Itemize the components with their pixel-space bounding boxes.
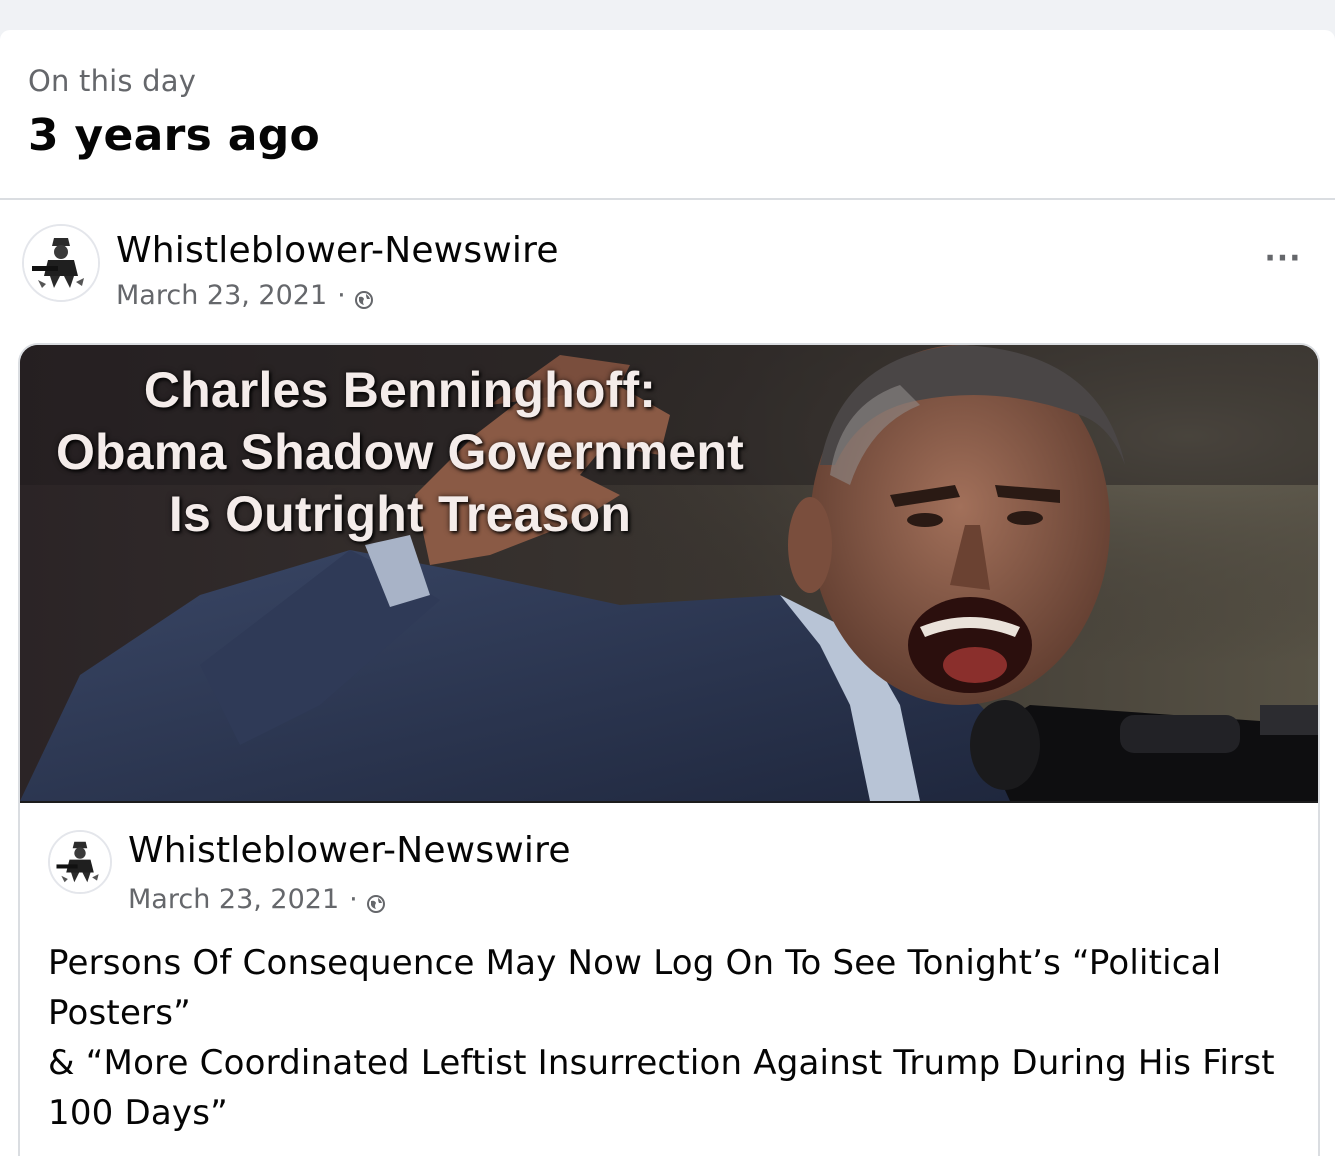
image-headline: Charles Benninghoff: Obama Shadow Govern…	[40, 359, 760, 545]
page-avatar[interactable]	[22, 224, 100, 302]
avatar-logo-icon	[24, 226, 98, 300]
post-text-line: Persons Of Consequence May Now Log On To…	[48, 943, 1222, 1033]
more-options-button[interactable]: ···	[1259, 238, 1307, 278]
meta-separator: ·	[349, 884, 358, 915]
headline-line: Obama Shadow Government	[55, 424, 745, 480]
shared-post-meta: March 23, 2021 ·	[128, 884, 386, 915]
headline-line: Is Outright Treason	[168, 486, 632, 542]
memory-card: On this day 3 years ago Whistleblower-Ne…	[0, 30, 1335, 1156]
post-header: Whistleblower-Newswire March 23, 2021 · …	[0, 220, 1335, 330]
globe-icon	[366, 890, 386, 913]
memory-title: 3 years ago	[28, 110, 321, 161]
shared-post-text: Persons Of Consequence May Now Log On To…	[48, 938, 1288, 1138]
shared-post-date[interactable]: March 23, 2021	[128, 884, 339, 915]
post-text-line: & “More Coordinated Leftist Insurrection…	[48, 1043, 1275, 1133]
avatar-logo-icon	[50, 832, 110, 892]
shared-author-name[interactable]: Whistleblower-Newswire	[128, 830, 571, 871]
post-date[interactable]: March 23, 2021	[116, 280, 327, 311]
shared-page-avatar[interactable]	[48, 830, 112, 894]
meta-separator: ·	[337, 280, 346, 311]
memory-header: On this day 3 years ago	[0, 30, 1335, 200]
memory-kicker: On this day	[28, 64, 197, 98]
shared-post-image[interactable]: Charles Benninghoff: Obama Shadow Govern…	[20, 345, 1318, 801]
post-author-name[interactable]: Whistleblower-Newswire	[116, 230, 559, 271]
post-meta: March 23, 2021 ·	[116, 280, 374, 311]
headline-line: Charles Benninghoff:	[143, 362, 657, 418]
globe-icon	[354, 286, 374, 309]
